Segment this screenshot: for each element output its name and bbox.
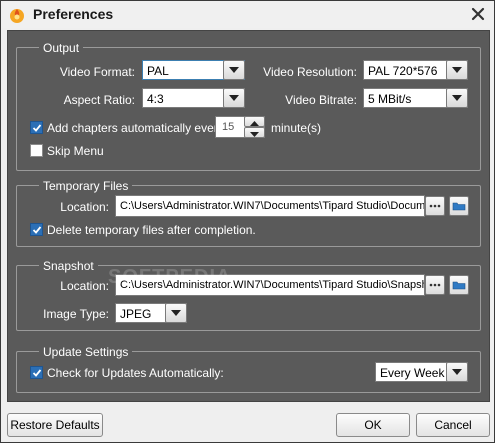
update-frequency-select[interactable]: Every Week [375,362,468,382]
video-bitrate-value: 5 MBit/s [368,92,412,106]
chevron-down-icon[interactable] [446,362,468,382]
add-chapters-checkbox[interactable] [30,121,43,134]
aspect-ratio-label: Aspect Ratio: [63,93,135,107]
video-format-select[interactable]: PAL [142,60,245,80]
snapshot-browse-button[interactable] [425,275,445,295]
skip-menu-checkbox[interactable] [30,144,43,157]
image-type-value: JPEG [120,307,152,321]
chapter-interval-stepper[interactable]: 15 [215,116,265,138]
watermark: SOFTPEDIA [108,266,232,288]
chevron-down-icon[interactable] [223,60,245,80]
preferences-window: Preferences Output Video Format: PAL Asp… [0,0,495,443]
temp-open-folder-button[interactable] [449,196,469,216]
aspect-ratio-value: 4:3 [147,92,164,106]
temp-browse-button[interactable] [425,196,445,216]
chevron-down-icon[interactable] [446,88,468,108]
output-group-title: Output [39,41,84,55]
chevron-down-icon[interactable] [165,303,187,323]
app-flame-icon [10,9,24,23]
image-type-label: Image Type: [43,307,109,321]
temp-location-label: Location: [60,200,109,214]
more-icon [429,204,441,208]
chapter-interval-value: 15 [222,121,235,133]
update-frequency-value: Every Week [380,366,445,380]
video-bitrate-label: Video Bitrate: [285,93,357,107]
stepper-up-icon[interactable] [244,116,265,127]
video-resolution-value: PAL 720*576 [368,64,438,78]
chevron-down-icon[interactable] [223,88,245,108]
delete-temp-checkbox[interactable] [30,223,43,236]
video-format-label: Video Format: [59,65,135,79]
title-bar: Preferences [1,1,494,28]
more-icon [429,283,441,287]
update-settings-group-title: Update Settings [39,345,133,359]
video-bitrate-select[interactable]: 5 MBit/s [363,88,468,108]
check-updates-label: Check for Updates Automatically: [47,366,224,380]
settings-panel: Output Video Format: PAL Aspect Ratio: 4… [7,30,490,402]
check-updates-checkbox[interactable] [30,366,43,379]
cancel-button[interactable]: Cancel [416,413,490,437]
temp-location-value: C:\Users\Administrator.WIN7\Documents\Ti… [120,200,425,212]
aspect-ratio-select[interactable]: 4:3 [142,88,245,108]
add-chapters-label: Add chapters automatically every [47,121,224,135]
snapshot-location-label: Location: [60,279,109,293]
window-title: Preferences [33,6,114,22]
folder-icon [452,202,466,211]
video-format-value: PAL [147,64,169,78]
temporary-files-group-title: Temporary Files [39,179,133,193]
stepper-down-icon[interactable] [244,127,265,138]
ok-button[interactable]: OK [336,413,410,437]
skip-menu-label: Skip Menu [47,144,104,158]
delete-temp-label: Delete temporary files after completion. [47,223,256,237]
close-icon[interactable] [468,4,488,24]
video-resolution-select[interactable]: PAL 720*576 [363,60,468,80]
video-resolution-label: Video Resolution: [263,65,357,79]
chevron-down-icon[interactable] [446,60,468,80]
temp-location-field[interactable]: C:\Users\Administrator.WIN7\Documents\Ti… [115,195,425,217]
snapshot-open-folder-button[interactable] [449,275,469,295]
minutes-label: minute(s) [271,121,322,135]
snapshot-group-title: Snapshot [39,259,98,273]
restore-defaults-button[interactable]: Restore Defaults [7,413,103,437]
image-type-select[interactable]: JPEG [115,303,187,323]
folder-icon [452,281,466,290]
